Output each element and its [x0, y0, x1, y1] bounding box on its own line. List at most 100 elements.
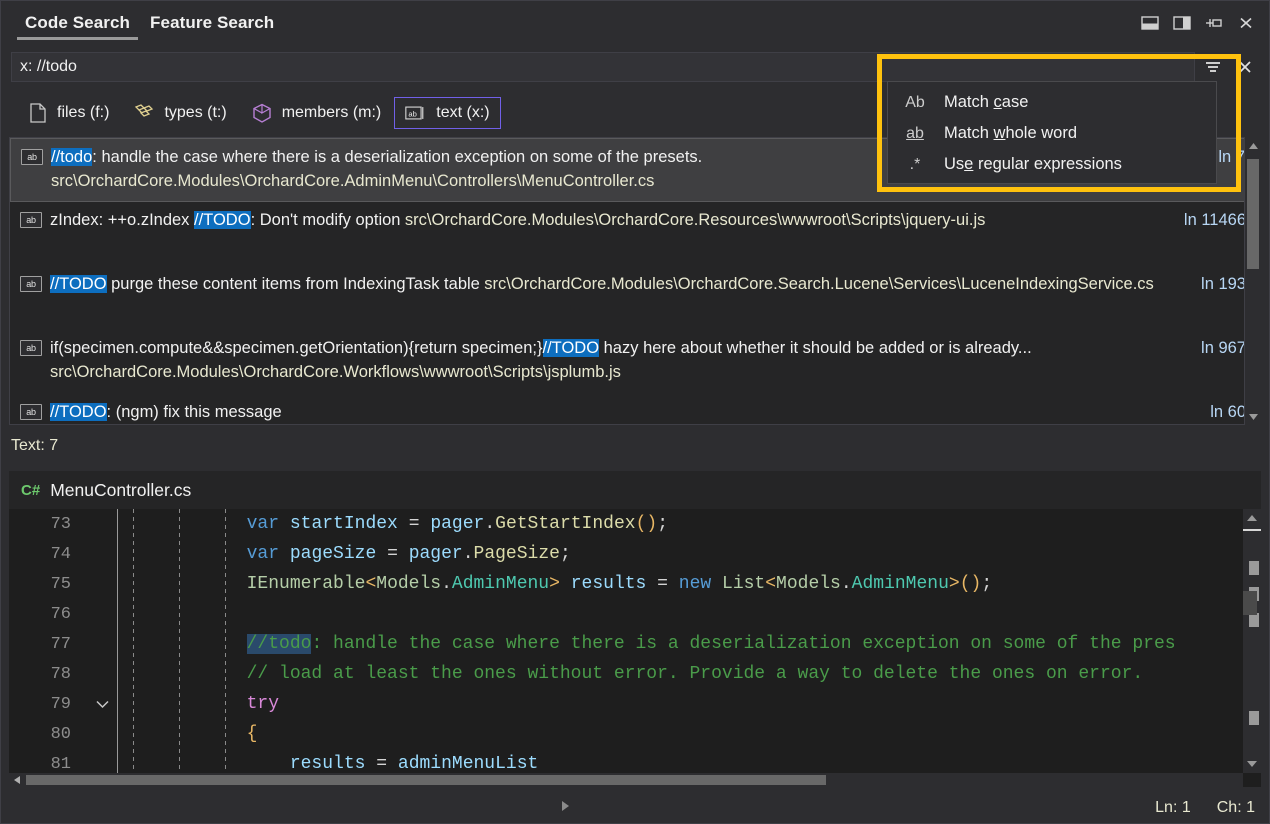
svg-text:ab: ab — [409, 109, 417, 118]
tab-feature-search[interactable]: Feature Search — [140, 1, 284, 45]
code-text: results = adminMenuList — [117, 749, 1243, 773]
table-row[interactable]: ab //TODO purge these content items from… — [10, 266, 1260, 330]
results-scrollbar[interactable] — [1244, 137, 1261, 425]
table-row[interactable]: ab //TODO: (ngm) fix this message ln 60 — [10, 394, 1260, 425]
result-text: //TODO purge these content items from In… — [50, 272, 1191, 296]
editor-horizontal-scrollbar[interactable] — [9, 773, 1243, 787]
code-line: 81 results = adminMenuList — [9, 749, 1243, 773]
fold-placeholder — [87, 539, 117, 569]
search-actions — [1199, 53, 1259, 81]
scope-members-label: members (m:) — [282, 104, 382, 122]
match-whole-word-icon: ab — [902, 125, 928, 143]
code-line: 74 var pageSize = pager.PageSize; — [9, 539, 1243, 569]
text-result-icon: ab — [20, 404, 42, 420]
scope-types-label: types (t:) — [164, 104, 226, 122]
scope-files[interactable]: files (f:) — [15, 97, 120, 129]
result-line-number: ln 967 — [1201, 336, 1246, 360]
window-controls — [1137, 1, 1269, 45]
line-number: 80 — [9, 725, 87, 744]
result-text: //TODO: (ngm) fix this message — [50, 400, 1200, 424]
close-icon[interactable] — [1233, 10, 1259, 36]
results-scrollbar-thumb[interactable] — [1247, 159, 1259, 269]
types-icon — [133, 102, 155, 124]
code-text: // load at least the ones without error.… — [117, 659, 1243, 689]
use-regex-item[interactable]: .* Use regular expressions — [888, 149, 1216, 180]
match-case-item[interactable]: Ab Match case — [888, 87, 1216, 118]
search-filter-dropdown[interactable]: Ab Match case ab Match whole word .* Use… — [887, 81, 1217, 184]
code-text: { — [117, 719, 1243, 749]
fold-placeholder — [87, 509, 117, 539]
fold-placeholder — [87, 629, 117, 659]
result-text: zIndex: ++o.zIndex //TODO: Don't modify … — [50, 208, 1174, 232]
scope-text[interactable]: ab text (x:) — [394, 97, 500, 129]
code-preview-editor[interactable]: 73 var startIndex = pager.GetStartIndex(… — [9, 509, 1261, 787]
dock-pin-icon[interactable] — [1201, 10, 1227, 36]
editor-scroll-up-icon[interactable] — [1243, 509, 1261, 527]
result-path: src\OrchardCore.Modules\OrchardCore.Work… — [50, 363, 621, 381]
result-count-bar: Text: 7 — [1, 431, 1269, 461]
editor-scroll-down-icon[interactable] — [1243, 755, 1261, 773]
scope-members[interactable]: members (m:) — [240, 97, 393, 129]
result-snippet: //todo: handle the case where there is a… — [51, 148, 702, 166]
result-line-number: ln 60 — [1210, 400, 1246, 424]
result-line-number: ln 11466 — [1184, 208, 1246, 232]
indent-guide-solid — [117, 509, 118, 773]
search-box[interactable] — [11, 52, 1195, 82]
fold-placeholder — [87, 749, 117, 773]
code-text: IEnumerable<Models.AdminMenu> results = … — [117, 569, 1243, 599]
scroll-change-marker — [1249, 613, 1259, 627]
table-row[interactable]: ab if(specimen.compute&&specimen.getOrie… — [10, 330, 1260, 394]
code-text: var startIndex = pager.GetStartIndex(); — [117, 509, 1243, 539]
scope-files-label: files (f:) — [57, 104, 109, 122]
table-row[interactable]: ab zIndex: ++o.zIndex //TODO: Don't modi… — [10, 202, 1260, 266]
split-horizontal-icon[interactable] — [1137, 10, 1163, 36]
status-char-label: Ch: 1 — [1217, 799, 1255, 817]
code-line: 75 IEnumerable<Models.AdminMenu> results… — [9, 569, 1243, 599]
editor-vertical-scrollbar[interactable] — [1243, 509, 1261, 773]
result-path: src\OrchardCore.Modules\OrchardCore.Sear… — [484, 275, 1153, 293]
scroll-change-marker — [1249, 711, 1259, 725]
result-count-label: Text: 7 — [11, 437, 58, 455]
editor-scrollbar-thumb[interactable] — [1243, 591, 1257, 615]
code-text: try — [117, 689, 1243, 719]
match-whole-word-item[interactable]: ab Match whole word — [888, 118, 1216, 149]
result-line-number: ln 193 — [1201, 272, 1246, 296]
chevron-down-icon[interactable] — [87, 689, 117, 719]
result-line-number: ln 7 — [1218, 145, 1245, 169]
line-number: 79 — [9, 695, 87, 714]
tab-code-search[interactable]: Code Search — [15, 1, 140, 45]
preview-filename: MenuController.cs — [50, 480, 191, 501]
result-text: if(specimen.compute&&specimen.getOrienta… — [50, 336, 1191, 384]
fold-placeholder — [87, 719, 117, 749]
scroll-down-icon[interactable] — [1245, 408, 1261, 425]
use-regex-label: Use regular expressions — [944, 155, 1122, 174]
search-input[interactable] — [20, 58, 1186, 76]
editor-hscrollbar-thumb[interactable] — [26, 775, 826, 785]
code-line: 78 // load at least the ones without err… — [9, 659, 1243, 689]
play-icon[interactable] — [558, 799, 572, 818]
scroll-change-marker — [1249, 561, 1259, 575]
text-result-icon: ab — [20, 340, 42, 356]
split-vertical-icon[interactable] — [1169, 10, 1195, 36]
csharp-language-icon: C# — [21, 482, 40, 499]
editor-scroll-left-icon[interactable] — [9, 773, 25, 787]
scope-types[interactable]: types (t:) — [122, 97, 237, 129]
filter-icon[interactable] — [1199, 53, 1227, 81]
code-search-window: Code Search Feature Search — [0, 0, 1270, 824]
line-number: 73 — [9, 515, 87, 534]
result-snippet: if(specimen.compute&&specimen.getOrienta… — [50, 339, 1032, 357]
code-line: 80 { — [9, 719, 1243, 749]
text-result-icon: ab — [20, 212, 42, 228]
match-case-icon: Ab — [902, 94, 928, 112]
close-search-icon[interactable] — [1231, 53, 1259, 81]
regex-icon: .* — [902, 156, 928, 174]
indent-guide — [133, 509, 134, 773]
text-result-icon: ab — [20, 276, 42, 292]
line-number: 81 — [9, 755, 87, 774]
scroll-up-icon[interactable] — [1245, 137, 1261, 154]
fold-placeholder — [87, 599, 117, 629]
code-line: 77 //todo: handle the case where there i… — [9, 629, 1243, 659]
line-number: 74 — [9, 545, 87, 564]
tab-list: Code Search Feature Search — [1, 1, 284, 45]
code-text: //todo: handle the case where there is a… — [117, 629, 1243, 659]
